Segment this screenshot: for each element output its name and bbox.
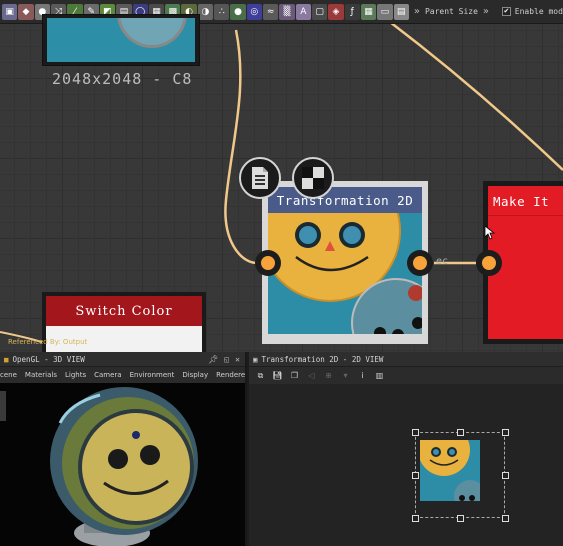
clock-thumbnail [117,18,187,48]
enable-checkbox[interactable]: ✔ [502,7,511,16]
menu-camera[interactable]: Camera [94,371,121,379]
close-icon[interactable]: ✕ [235,355,240,364]
noise-icon[interactable]: ▒ [279,3,295,20]
handle-top-center[interactable] [457,429,464,436]
fit-view-icon[interactable]: ⧉ [255,370,266,381]
copy-icon[interactable]: ❐ [289,370,300,381]
transformation-2d-title: Transformation 2D [268,187,422,213]
handle-top-right[interactable] [502,429,509,436]
function-icon[interactable]: ƒ [344,3,360,20]
2d-view-titlebar: ▣ Transformation 2D - 2D VIEW [249,352,563,367]
zoom-icon[interactable]: ⊕ [323,370,334,381]
checkerboard-icon[interactable] [292,157,334,199]
enable-label: Enable mod [514,7,563,16]
histogram-icon[interactable]: ▥ [374,370,385,381]
face-preview-art [420,440,480,501]
image-icon[interactable]: ▣ [2,3,18,20]
make-it-input-port[interactable] [476,250,502,276]
info-icon[interactable]: i [357,370,368,381]
2d-view-icon: ▣ [253,354,258,364]
target-icon[interactable]: ◎ [246,3,262,20]
menu-renderer[interactable]: Renderer [216,371,245,379]
handle-top-left[interactable] [412,429,419,436]
back-icon[interactable]: ◁ [306,370,317,381]
top-node[interactable] [42,14,200,66]
transform-icon[interactable]: ▢ [311,3,328,20]
view-options-chevron-icon[interactable]: ▾ [340,370,351,381]
handle-middle-right[interactable] [502,472,509,479]
3d-view-titlebar: ■ OpenGL - 3D VIEW 📌︎ ◱ ✕ [0,352,245,367]
color-icon[interactable]: ◆ [18,3,34,20]
comment-icon[interactable]: ▤ [393,3,409,20]
app-window: ▣ ◆ ● ⤨ ⁄ ✎ ◩ ▤ ◯ ▦ ▩ ◐ ◑ ∴ ● ◎ ≈ ▒ A ▢ … [0,0,563,546]
transformation-2d-node[interactable]: Transformation 2D [262,181,428,344]
opengl-icon: ■ [4,354,9,364]
save-icon[interactable]: 💾︎ [272,370,283,381]
referenced-by-label: Referenced By: Output [8,338,88,346]
dots-icon[interactable]: ∴ [214,3,230,20]
warp-icon[interactable]: ≈ [263,3,279,20]
3d-viewport[interactable] [0,383,245,546]
handle-bottom-right[interactable] [502,515,509,522]
3d-view-title: OpenGL - 3D VIEW [12,354,85,364]
face-thumbnail-art [268,213,422,334]
transformation-2d-thumbnail [268,213,422,334]
transformation-input-port[interactable] [255,250,281,276]
parent-size-dropdown[interactable]: Parent Size [425,7,478,16]
menu-environment[interactable]: Environment [130,371,175,379]
handle-bottom-center[interactable] [457,515,464,522]
handle-middle-left[interactable] [412,472,419,479]
switch-color-title: Switch Color [46,296,202,326]
top-node-thumbnail [47,18,195,62]
menu-materials[interactable]: Materials [25,371,57,379]
output-icon[interactable]: ◈ [328,3,344,20]
2d-viewport[interactable] [249,384,563,546]
2d-view-title: Transformation 2D - 2D VIEW [261,354,384,364]
menu-scene[interactable]: cene [0,371,17,379]
toolbar-overflow-chevron-icon[interactable]: » [414,6,420,17]
2d-view-toolbar: ⧉ 💾︎ ❐ ◁ ⊕ ▾ i ▥ [249,367,563,384]
wire-label: ec [436,256,449,267]
mouse-cursor-icon [485,226,495,240]
menu-lights[interactable]: Lights [65,371,86,379]
parent-size-chevron-icon[interactable]: » [483,6,489,17]
handle-bottom-left[interactable] [412,515,419,522]
text-icon[interactable]: A [295,3,311,20]
3d-view-menubar: cene Materials Lights Camera Environment… [0,367,245,383]
toggle-icon[interactable]: ◑ [197,3,214,20]
3d-view-panel: ■ OpenGL - 3D VIEW 📌︎ ◱ ✕ cene Materials… [0,352,247,546]
frame-icon[interactable]: ▭ [377,3,393,20]
clock-3d-render [0,383,245,546]
node-graph-canvas[interactable]: ▣ ◆ ● ⤨ ⁄ ✎ ◩ ▤ ◯ ▦ ▩ ◐ ◑ ∴ ● ◎ ≈ ▒ A ▢ … [0,0,563,352]
2d-view-panel: ▣ Transformation 2D - 2D VIEW ⧉ 💾︎ ❐ ◁ ⊕… [249,352,563,546]
resolution-label: 2048x2048 - C8 [52,70,193,88]
menu-display[interactable]: Display [182,371,208,379]
pin-icon[interactable]: 📌︎ [208,355,218,364]
document-icon[interactable] [239,157,281,199]
float-window-icon[interactable]: ◱ [224,355,229,364]
transformation-output-port[interactable] [407,250,433,276]
2d-texture-preview [420,440,480,501]
sphere-icon[interactable]: ● [230,3,246,20]
make-it-title: Make It [488,186,563,216]
pattern-icon[interactable]: ▦ [360,3,377,20]
